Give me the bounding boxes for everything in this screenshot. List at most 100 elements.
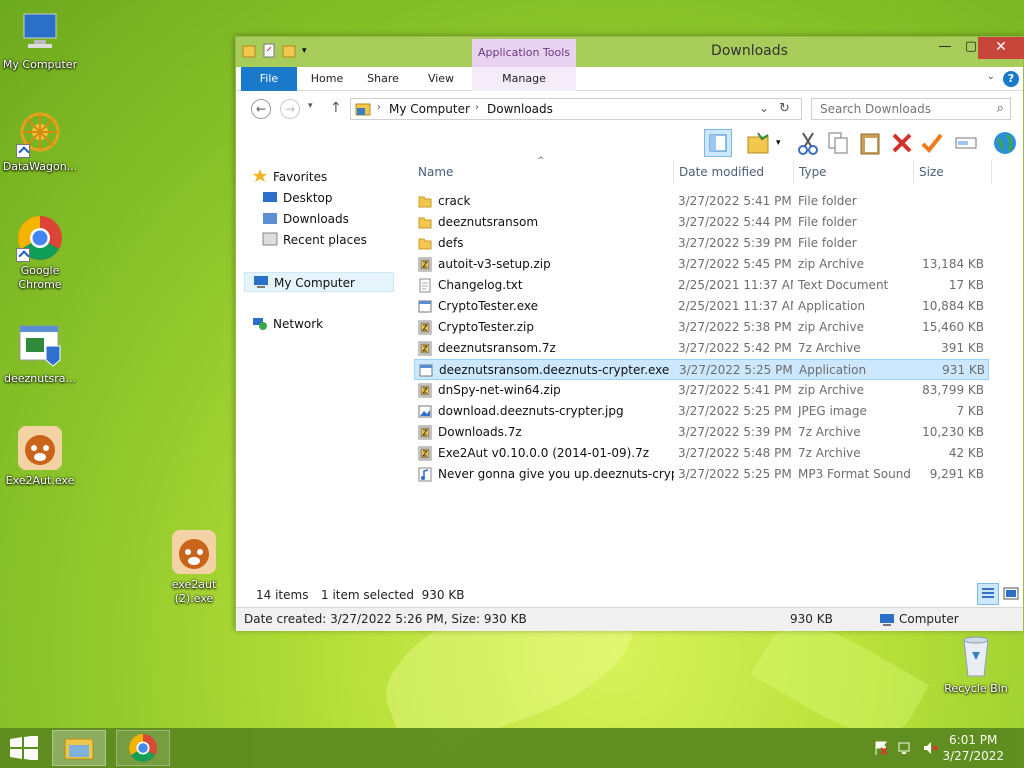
computer-icon (16, 8, 64, 56)
action-center-flag-icon[interactable] (873, 740, 889, 756)
file-type: Application (798, 299, 866, 313)
folder-options-icon[interactable] (744, 129, 772, 157)
nav-downloads[interactable]: Downloads (262, 209, 412, 229)
taskbar-file-explorer[interactable] (52, 730, 106, 766)
collapse-ribbon-icon[interactable]: ⌄ (987, 71, 995, 82)
tab-file[interactable]: File (241, 67, 297, 91)
paste-icon[interactable] (856, 129, 884, 157)
column-header-name[interactable]: Name (418, 160, 668, 184)
breadcrumb-my-computer[interactable]: My Computer (389, 102, 470, 116)
column-header-date[interactable]: Date modified (679, 160, 791, 184)
minimize-button[interactable]: — (931, 37, 959, 59)
globe-icon[interactable] (991, 129, 1019, 157)
text-file-icon (418, 278, 432, 293)
up-button[interactable]: ↑ (330, 100, 342, 116)
cut-icon[interactable] (794, 129, 822, 157)
file-date: 3/27/2022 5:38 PM (678, 320, 792, 334)
details-location: Computer (899, 612, 959, 626)
nav-recent-places[interactable]: Recent places (262, 230, 412, 250)
star-icon (252, 169, 268, 183)
file-name: autoit-v3-setup.zip (438, 257, 551, 271)
tab-home[interactable]: Home (302, 67, 352, 91)
preview-pane-button[interactable] (704, 129, 732, 157)
tab-view[interactable]: View (416, 67, 466, 91)
table-row[interactable]: download.deeznuts-crypter.jpg 3/27/2022 5… (414, 401, 989, 422)
file-name: download.deeznuts-crypter.jpg (438, 404, 624, 418)
details-view-button[interactable] (977, 583, 999, 605)
file-name: deeznutsransom.7z (438, 341, 556, 355)
clock-time: 6:01 PM (949, 733, 998, 747)
tab-manage[interactable]: Manage (472, 67, 576, 91)
rename-icon[interactable] (952, 129, 980, 157)
desktop-icon-recycle-bin[interactable]: Recycle Bin (936, 632, 1016, 696)
toolbar: ▾ (236, 126, 1023, 160)
address-dropdown-icon[interactable]: ⌄ (759, 101, 769, 115)
table-row[interactable]: crack 3/27/2022 5:41 PM File folder (414, 191, 989, 212)
back-button[interactable]: ← (251, 99, 271, 119)
network-tray-icon[interactable] (898, 740, 914, 756)
table-row[interactable]: deeznutsransom.7z 3/27/2022 5:42 PM 7z Arc… (414, 338, 989, 359)
folder-options-dropdown-icon[interactable]: ▾ (776, 138, 781, 148)
file-size: 391 KB (941, 341, 984, 355)
nav-my-computer[interactable]: My Computer (244, 272, 394, 292)
breadcrumb-separator-icon: › (377, 102, 381, 113)
table-row[interactable]: CryptoTester.exe 2/25/2021 11:37 AM Applic… (414, 296, 989, 317)
nav-favorites[interactable]: Favorites (252, 167, 402, 187)
app-icon (418, 299, 432, 314)
table-row[interactable]: defs 3/27/2022 5:39 PM File folder (414, 233, 989, 254)
desktop-icon-exe2aut[interactable]: Exe2Aut.exe (0, 424, 80, 488)
file-size: 7 KB (956, 404, 984, 418)
forward-button[interactable]: → (280, 99, 300, 119)
table-row[interactable]: Exe2Aut v0.10.0.0 (2014-01-09).7z 3/27/20… (414, 443, 989, 464)
chrome-icon (16, 214, 64, 262)
delete-icon[interactable] (888, 129, 916, 157)
datawagon-icon (16, 110, 64, 158)
table-row[interactable]: deeznutsransom.deeznuts-crypter.exe 3/27/… (414, 359, 989, 380)
taskbar-google-chrome[interactable] (116, 730, 170, 766)
volume-muted-icon[interactable] (922, 740, 938, 756)
recent-locations-icon[interactable]: ▾ (308, 101, 313, 111)
help-icon[interactable]: ? (1003, 71, 1019, 87)
table-row[interactable]: deeznutsransom 3/27/2022 5:44 PM File fold… (414, 212, 989, 233)
table-row[interactable]: Changelog.txt 2/25/2021 11:37 AM Text Docu… (414, 275, 989, 296)
desktop-icon-my-computer[interactable]: My Computer (0, 8, 80, 72)
app-icon (419, 363, 433, 378)
desktop-icon-exe2aut-2[interactable]: exe2aut (2).exe (154, 528, 234, 606)
table-row[interactable]: dnSpy-net-win64.zip 3/27/2022 5:41 PM zip … (414, 380, 989, 401)
downloads-folder-icon (262, 211, 278, 225)
file-name: Changelog.txt (438, 278, 523, 292)
file-size: 15,460 KB (922, 320, 984, 334)
desktop-icon-deeznutsransom[interactable]: deeznutsra... (0, 322, 80, 386)
checkmark-icon[interactable] (918, 129, 946, 157)
refresh-icon[interactable]: ↻ (779, 101, 790, 116)
table-row[interactable]: autoit-v3-setup.zip 3/27/2022 5:45 PM zip … (414, 254, 989, 275)
nav-network[interactable]: Network (252, 314, 402, 334)
column-header-size[interactable]: Size (919, 160, 989, 184)
search-input[interactable] (812, 99, 982, 119)
search-icon[interactable]: ⌕ (997, 101, 1004, 116)
desktop-icon-google-chrome[interactable]: Google Chrome (0, 214, 80, 292)
table-row[interactable]: Never gonna give you up.deeznuts-crypt..… (414, 464, 989, 485)
large-icons-view-button[interactable] (1002, 585, 1020, 606)
computer-icon (253, 275, 269, 289)
folder-icon (418, 236, 432, 251)
desktop-icon-label: deeznutsra... (3, 372, 77, 385)
copy-icon[interactable] (824, 129, 852, 157)
title-bar[interactable]: ▾ Application Tools Downloads — ▢ ✕ (236, 37, 1024, 67)
system-clock[interactable]: 6:01 PM 3/27/2022 (942, 732, 1004, 764)
address-box[interactable]: › My Computer › Downloads ⌄ ↻ (350, 98, 802, 120)
column-header-type[interactable]: Type (799, 160, 909, 184)
breadcrumb-downloads[interactable]: Downloads (487, 102, 553, 116)
file-type: File folder (798, 215, 857, 229)
file-name: crack (438, 194, 471, 208)
nav-desktop[interactable]: Desktop (262, 188, 412, 208)
file-type: File folder (798, 194, 857, 208)
table-row[interactable]: Downloads.7z 3/27/2022 5:39 PM 7z Archive 1… (414, 422, 989, 443)
file-date: 3/27/2022 5:41 PM (678, 194, 792, 208)
desktop-icon-datawagon[interactable]: DataWagon... (0, 110, 80, 174)
start-button[interactable] (10, 735, 38, 763)
table-row[interactable]: CryptoTester.zip 3/27/2022 5:38 PM zip Arc… (414, 317, 989, 338)
desktop-icon (262, 190, 278, 204)
close-button[interactable]: ✕ (978, 37, 1024, 59)
tab-share[interactable]: Share (358, 67, 408, 91)
